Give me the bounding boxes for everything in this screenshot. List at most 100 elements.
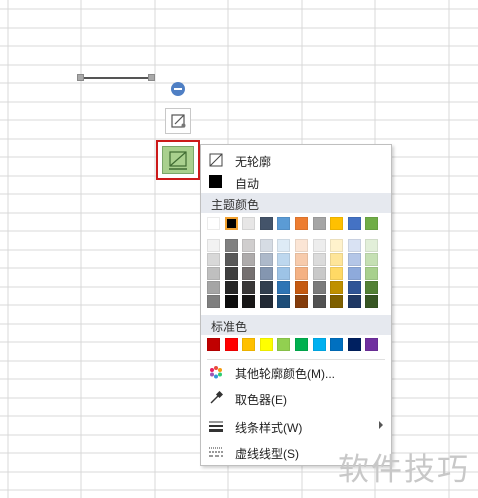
outline-color-menu: 无轮廓 自动 主题颜色 标准色 其他轮廓颜色(M)... 取色器(E) 线条样式…	[200, 144, 392, 466]
color-swatch[interactable]	[277, 239, 291, 252]
color-swatch[interactable]	[224, 267, 238, 280]
color-swatch[interactable]	[330, 253, 344, 266]
auto-color-icon	[209, 175, 222, 188]
eyedropper-item[interactable]: 取色器(E)	[201, 387, 391, 409]
color-swatch[interactable]	[330, 239, 344, 252]
color-swatch[interactable]	[347, 239, 361, 252]
color-swatch[interactable]	[207, 295, 220, 308]
auto-color-item[interactable]: 自动	[201, 171, 391, 193]
color-swatch[interactable]	[207, 338, 220, 351]
color-swatch[interactable]	[312, 253, 326, 266]
color-swatch[interactable]	[312, 217, 326, 230]
color-swatch[interactable]	[242, 253, 256, 266]
color-swatch[interactable]	[312, 267, 326, 280]
color-swatch[interactable]	[312, 239, 326, 252]
line-style-icon	[209, 421, 223, 432]
line-end-handle[interactable]	[148, 74, 155, 81]
eyedropper-icon	[210, 391, 223, 404]
color-swatch[interactable]	[365, 217, 379, 230]
dash-type-label: 虚线线型(S)	[235, 447, 299, 461]
auto-color-label: 自动	[235, 177, 260, 191]
color-swatch[interactable]	[259, 239, 273, 252]
color-swatch[interactable]	[207, 253, 220, 266]
color-swatch[interactable]	[224, 253, 238, 266]
color-swatch[interactable]	[295, 217, 308, 230]
color-swatch[interactable]	[295, 338, 308, 351]
color-swatch[interactable]	[295, 239, 308, 252]
color-swatch[interactable]	[242, 239, 256, 252]
color-swatch[interactable]	[312, 338, 326, 351]
color-swatch[interactable]	[242, 217, 256, 230]
color-swatch[interactable]	[312, 281, 326, 294]
color-swatch[interactable]	[330, 267, 344, 280]
submenu-arrow-icon	[379, 421, 383, 429]
format-shape-icon	[171, 114, 186, 128]
eyedropper-label: 取色器(E)	[235, 393, 287, 407]
no-outline-item[interactable]: 无轮廓	[201, 149, 391, 171]
color-swatch[interactable]	[259, 281, 273, 294]
color-wheel-icon	[210, 366, 222, 379]
color-swatch[interactable]	[277, 338, 291, 351]
watermark: 软件技巧	[338, 452, 470, 488]
color-swatch[interactable]	[365, 338, 379, 351]
color-swatch[interactable]	[312, 295, 326, 308]
color-swatch[interactable]	[347, 217, 361, 230]
color-swatch[interactable]	[347, 281, 361, 294]
color-swatch[interactable]	[365, 295, 379, 308]
color-swatch[interactable]	[259, 295, 273, 308]
color-swatch[interactable]	[207, 217, 220, 230]
standard-colors-header-label: 标准色	[211, 320, 248, 334]
color-swatch[interactable]	[347, 253, 361, 266]
color-swatch[interactable]	[330, 217, 344, 230]
color-swatch[interactable]	[277, 281, 291, 294]
shape-outline-highlight	[156, 140, 200, 180]
color-swatch[interactable]	[242, 338, 256, 351]
color-swatch[interactable]	[295, 295, 308, 308]
color-swatch[interactable]	[224, 281, 238, 294]
color-swatch[interactable]	[277, 295, 291, 308]
color-swatch[interactable]	[207, 281, 220, 294]
color-swatch[interactable]	[347, 338, 361, 351]
color-swatch[interactable]	[365, 253, 379, 266]
color-swatch[interactable]	[242, 267, 256, 280]
more-outline-colors-item[interactable]: 其他轮廓颜色(M)...	[201, 361, 391, 383]
color-swatch[interactable]	[330, 281, 344, 294]
color-swatch[interactable]	[295, 281, 308, 294]
color-swatch[interactable]	[277, 253, 291, 266]
color-swatch[interactable]	[330, 338, 344, 351]
color-swatch[interactable]	[295, 253, 308, 266]
color-swatch[interactable]	[347, 295, 361, 308]
color-swatch[interactable]	[295, 267, 308, 280]
line-start-handle[interactable]	[77, 74, 84, 81]
color-swatch[interactable]	[207, 239, 220, 252]
rotate-handle-icon[interactable]	[171, 82, 185, 96]
color-swatch[interactable]	[224, 217, 238, 230]
color-swatch[interactable]	[365, 267, 379, 280]
color-swatch[interactable]	[242, 281, 256, 294]
color-swatch[interactable]	[277, 267, 291, 280]
color-swatch[interactable]	[259, 217, 273, 230]
color-swatch[interactable]	[224, 338, 238, 351]
format-shape-button[interactable]	[165, 108, 191, 134]
color-swatch[interactable]	[259, 253, 273, 266]
color-swatch[interactable]	[224, 295, 238, 308]
menu-separator	[207, 359, 385, 360]
line-style-item[interactable]: 线条样式(W)	[201, 415, 391, 437]
line-shape[interactable]	[83, 77, 150, 79]
color-swatch[interactable]	[347, 267, 361, 280]
color-swatch[interactable]	[259, 267, 273, 280]
shape-outline-button[interactable]	[162, 146, 194, 174]
color-swatch[interactable]	[330, 295, 344, 308]
color-swatch[interactable]	[224, 239, 238, 252]
color-swatch[interactable]	[365, 239, 379, 252]
shape-outline-icon	[169, 151, 187, 170]
color-swatch[interactable]	[365, 281, 379, 294]
standard-colors-header: 标准色	[201, 315, 391, 335]
no-outline-label: 无轮廓	[235, 155, 272, 169]
color-swatch[interactable]	[259, 338, 273, 351]
color-swatch[interactable]	[242, 295, 256, 308]
more-outline-colors-label: 其他轮廓颜色(M)...	[235, 367, 335, 381]
color-swatch[interactable]	[277, 217, 291, 230]
theme-colors-header: 主题颜色	[201, 193, 391, 213]
color-swatch[interactable]	[207, 267, 220, 280]
